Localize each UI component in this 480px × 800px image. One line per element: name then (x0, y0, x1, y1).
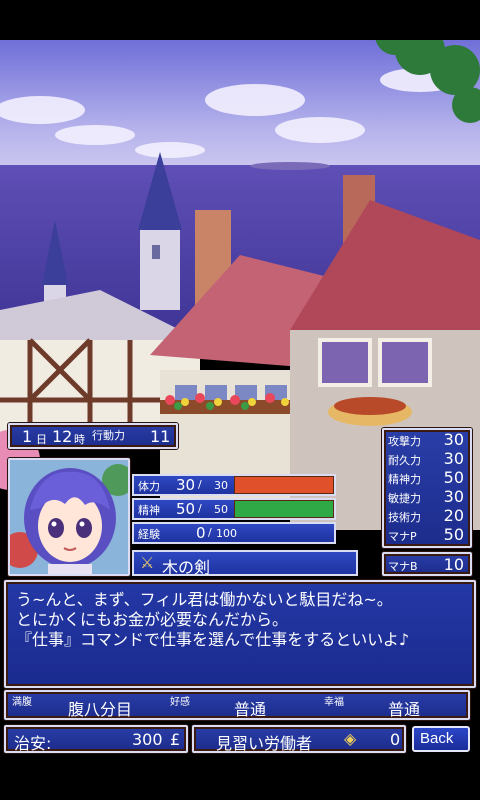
currency-symbol: £ (170, 730, 181, 749)
rank-title: 見習い労働者 (216, 734, 313, 753)
mp-row: 精神 50 / 50 (132, 498, 336, 520)
mp-label: 精神 (138, 504, 160, 517)
security-value: 300 (132, 730, 163, 749)
agility-label: 敏捷力 (388, 492, 421, 505)
exp-max: 100 (216, 527, 237, 540)
spirit-value: 50 (443, 468, 464, 487)
day-unit: 日 (36, 433, 47, 446)
technique-value: 20 (443, 506, 464, 525)
hour-unit: 時 (74, 433, 85, 446)
attribute-row: 精神力 50 (384, 468, 470, 488)
day-time-bar: 1 日 12 時 行動力 11 (8, 423, 178, 449)
sword-icon: ⚔ (140, 553, 155, 572)
hp-label: 体力 (138, 480, 160, 493)
security-panel: 治安: 300 £ (4, 725, 188, 753)
action-points-label: 行動力 (92, 429, 125, 442)
happiness-label: 幸福 (324, 697, 344, 708)
hunger-label: 満腹 (12, 697, 32, 708)
mp-max: 50 (214, 503, 228, 516)
hp-row: 体力 30 / 30 (132, 474, 336, 496)
attribute-row: 敏捷力 30 (384, 487, 470, 507)
security-label: 治安: (14, 734, 52, 753)
mana-p-value: 50 (443, 525, 464, 544)
hp-slash: / (198, 478, 202, 491)
attribute-row: 耐久力 30 (384, 449, 470, 469)
medal-count: 0 (390, 730, 401, 749)
mp-slash: / (198, 502, 202, 515)
mood-bar: 満腹 腹八分目 好感 普通 幸福 普通 (4, 690, 470, 720)
exp-current: 0 (196, 524, 206, 542)
medal-icon: ◈ (344, 729, 357, 748)
exp-row: 経験 0 / 100 (132, 522, 336, 544)
happiness-value: 普通 (388, 700, 421, 719)
spirit-label: 精神力 (388, 473, 421, 486)
back-button-label: Back (420, 730, 454, 747)
favor-value: 普通 (234, 700, 267, 719)
hour-value: 12 (52, 427, 73, 446)
mp-bar (234, 500, 334, 518)
hp-bar (234, 476, 334, 494)
durability-label: 耐久力 (388, 454, 421, 467)
durability-value: 30 (443, 449, 464, 468)
exp-label: 経験 (138, 528, 160, 541)
technique-label: 技術力 (388, 511, 421, 524)
mana-b-value: 10 (443, 555, 464, 574)
day-value: 1 (22, 427, 33, 446)
back-button[interactable]: Back (412, 726, 470, 752)
attack-value: 30 (443, 430, 464, 449)
character-portrait (8, 458, 130, 576)
hp-max: 30 (214, 479, 228, 492)
hunger-value: 腹八分目 (68, 700, 133, 719)
attribute-row: マナP 50 (384, 525, 470, 545)
rank-panel: 見習い労働者 ◈ 0 (192, 725, 406, 753)
mana-p-label: マナP (388, 530, 417, 543)
action-points-value: 11 (150, 427, 171, 446)
attack-label: 攻撃力 (388, 435, 421, 448)
favor-label: 好感 (170, 697, 190, 708)
dialogue-box[interactable]: う~んと、まず、フィル君は働かないと駄目だね~。 とにかくにもお金が必要なんだか… (4, 580, 476, 688)
hp-current: 30 (176, 476, 196, 494)
mana-b-panel: マナB 10 (382, 552, 472, 576)
attribute-row: 攻撃力 30 (384, 430, 470, 450)
attribute-panel: 攻撃力 30 耐久力 30 精神力 50 敏捷力 30 技術力 20 マナP 5… (382, 428, 472, 548)
weapon-row[interactable]: ⚔ 木の剣 (132, 550, 358, 577)
weapon-name: 木の剣 (162, 558, 211, 577)
mana-b-label: マナB (388, 560, 418, 573)
exp-slash: / (208, 526, 212, 539)
dialogue-line: 『仕事』コマンドで仕事を選んで仕事をするといいよ♪ (16, 630, 410, 649)
attribute-row: 技術力 20 (384, 506, 470, 526)
character-avatar (10, 460, 128, 574)
agility-value: 30 (443, 487, 464, 506)
mp-current: 50 (176, 500, 196, 518)
